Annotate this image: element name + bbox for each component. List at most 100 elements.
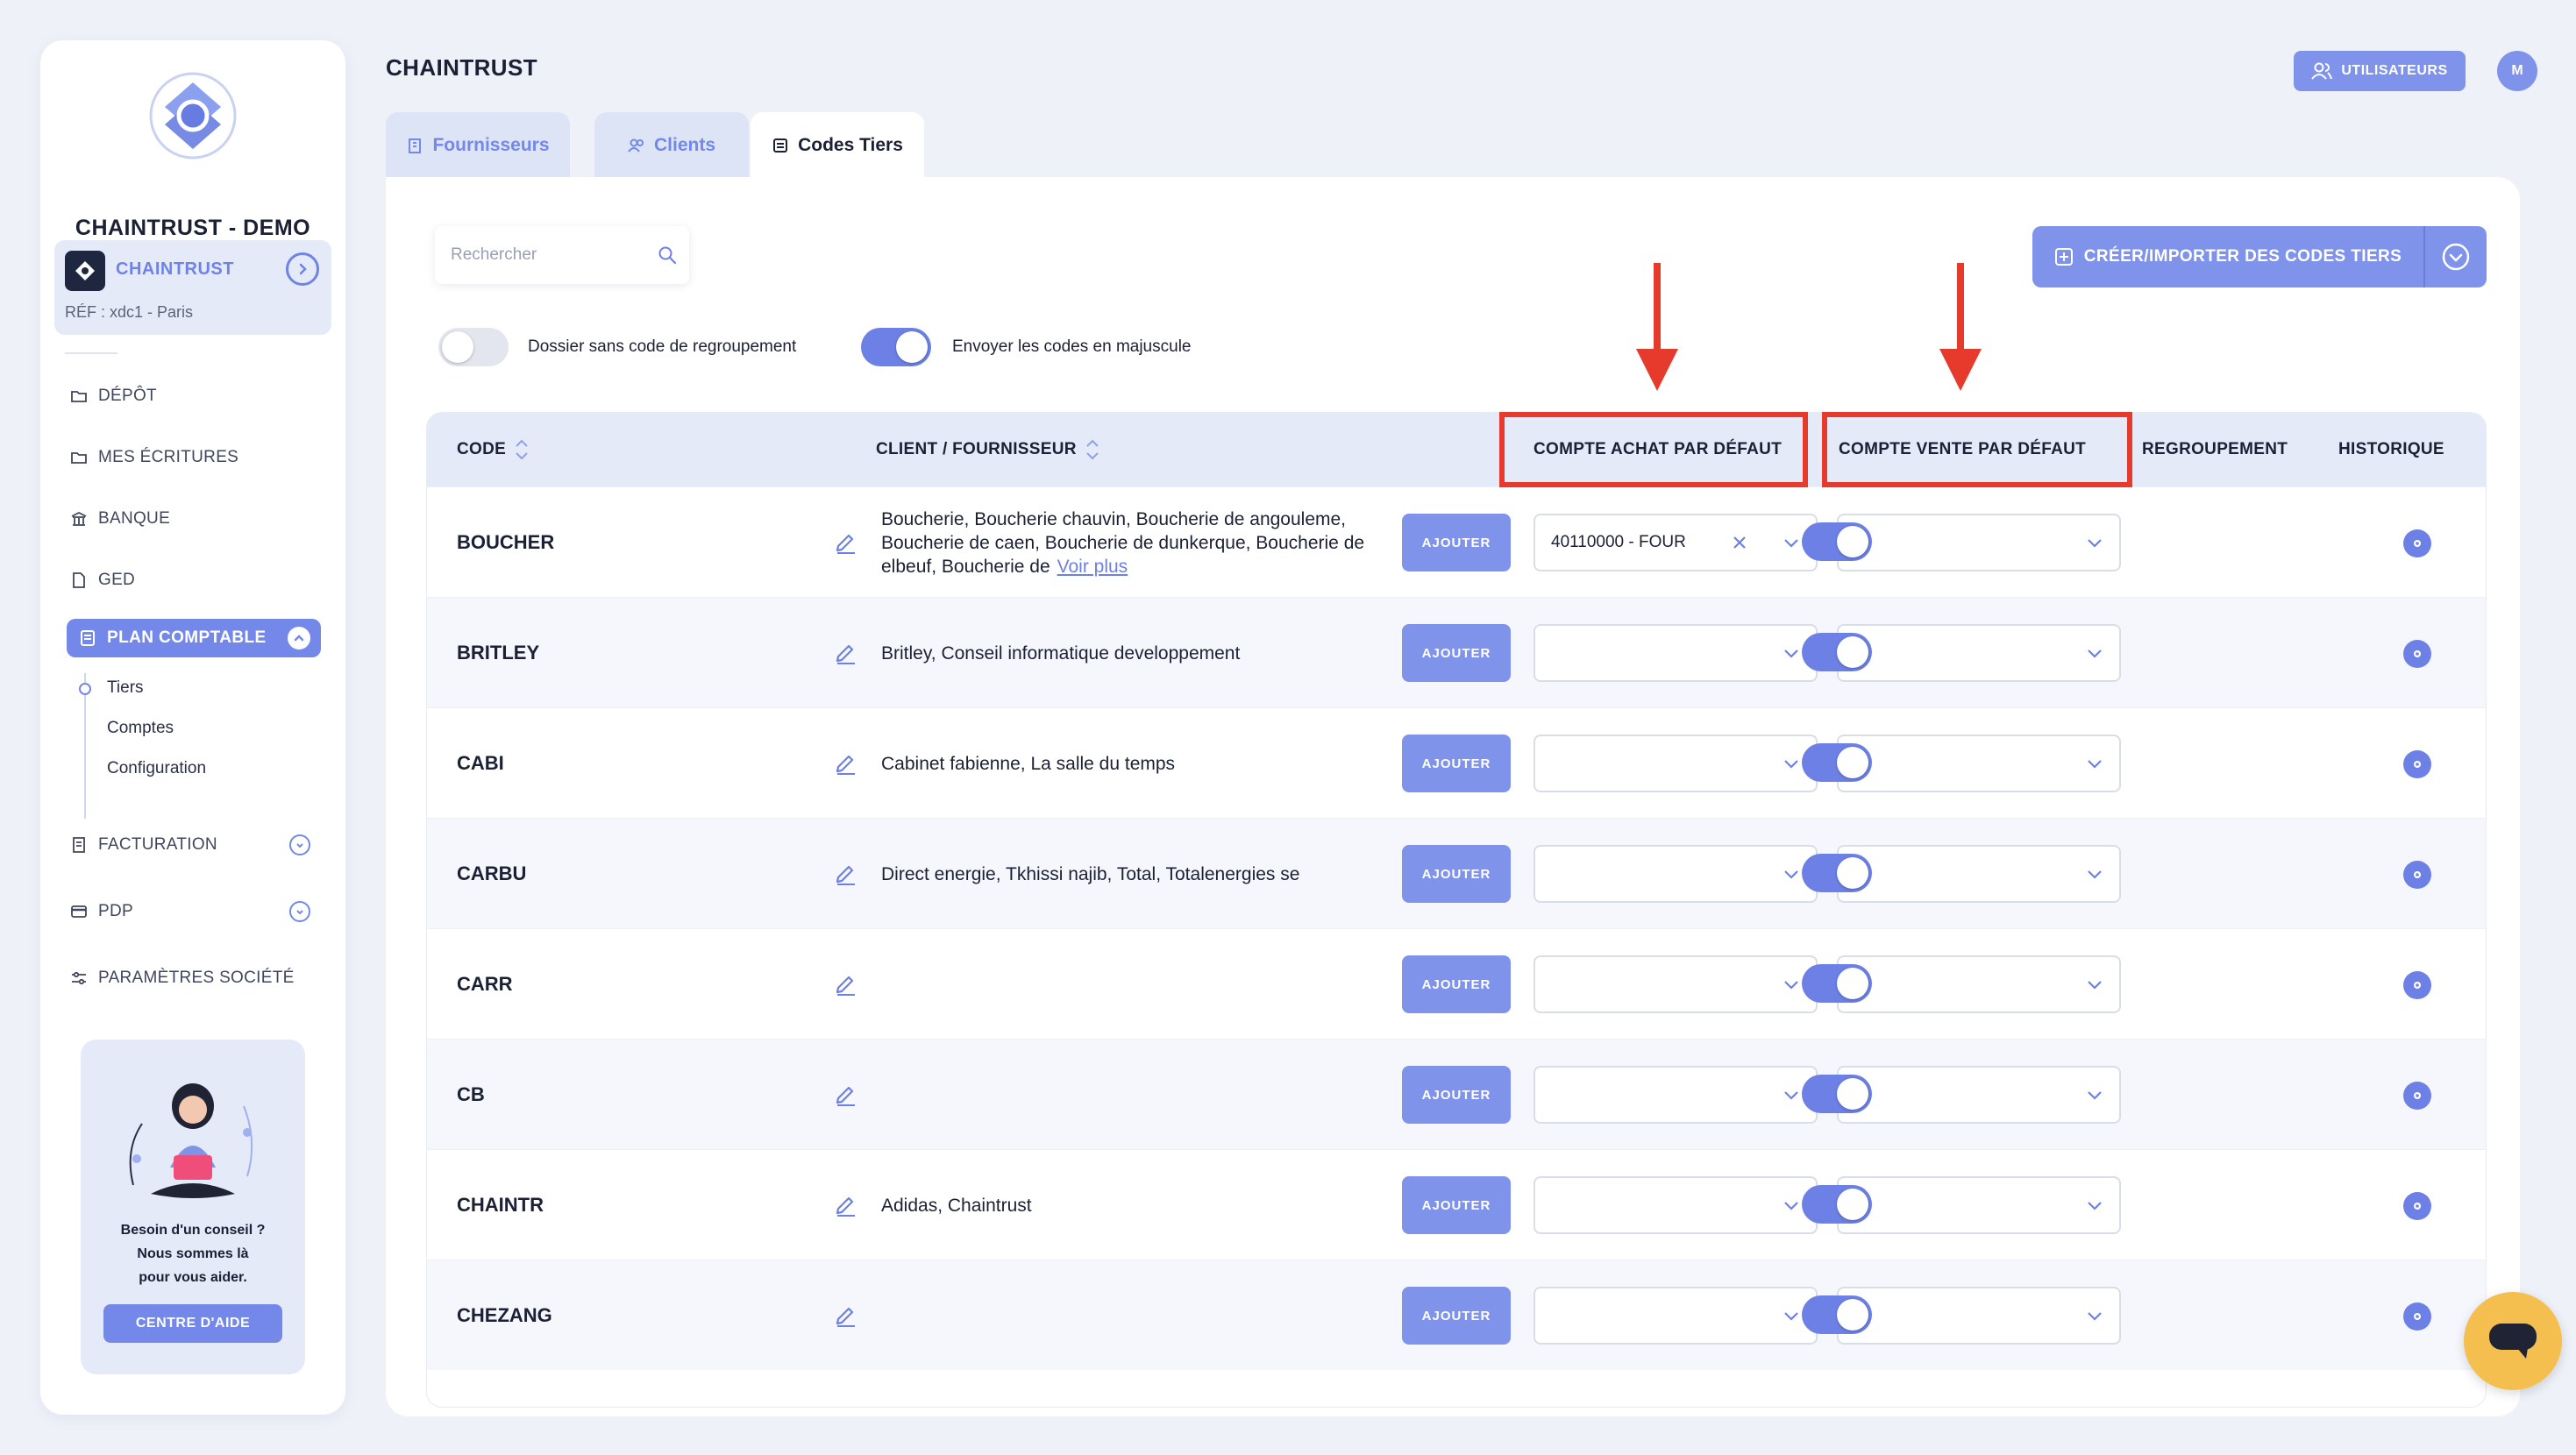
nav-banque[interactable]: BANQUE [70, 501, 170, 536]
edit-icon[interactable] [830, 526, 862, 557]
add-button[interactable]: AJOUTER [1402, 514, 1511, 571]
edit-icon[interactable] [830, 747, 862, 778]
chevron-down-icon[interactable] [2086, 1089, 2103, 1101]
search-icon[interactable] [658, 245, 677, 265]
compte-achat-select[interactable] [1534, 1066, 1818, 1124]
chevron-down-icon[interactable] [289, 901, 310, 922]
regroupement-toggle[interactable] [1802, 522, 1872, 561]
uppercase-toggle[interactable] [861, 328, 931, 366]
avatar[interactable]: M [2497, 51, 2537, 91]
column-header-client[interactable]: CLIENT / FOURNISSEUR [876, 413, 1099, 486]
compte-vente-select[interactable] [1837, 1066, 2121, 1124]
eye-icon[interactable] [2403, 1192, 2431, 1220]
users-button[interactable]: UTILISATEURS [2294, 51, 2466, 91]
regroupement-toggle[interactable] [1802, 743, 1872, 782]
chevron-down-icon[interactable] [1783, 757, 1800, 770]
compte-achat-select[interactable] [1534, 624, 1818, 682]
edit-icon[interactable] [830, 1189, 862, 1220]
compte-vente-select[interactable] [1837, 845, 2121, 903]
compte-vente-select[interactable] [1837, 624, 2121, 682]
search-box[interactable] [435, 226, 689, 284]
nav-ged[interactable]: GED [70, 563, 135, 598]
compte-vente-select[interactable] [1837, 514, 2121, 571]
add-button[interactable]: AJOUTER [1402, 1287, 1511, 1345]
help-center-button[interactable]: CENTRE D'AIDE [103, 1304, 282, 1343]
no-grouping-toggle[interactable] [438, 328, 509, 366]
chevron-down-icon[interactable] [2086, 757, 2103, 770]
organization-card[interactable]: CHAINTRUST RÉF : xdc1 - Paris [54, 240, 331, 335]
nav-facturation[interactable]: FACTURATION [70, 827, 217, 862]
edit-icon[interactable] [830, 1299, 862, 1331]
add-button[interactable]: AJOUTER [1402, 735, 1511, 792]
eye-icon[interactable] [2403, 750, 2431, 778]
chevron-down-icon[interactable] [2086, 647, 2103, 659]
chevron-down-icon[interactable] [2086, 536, 2103, 549]
nav-parametres-societe[interactable]: PARAMÈTRES SOCIÉTÉ [70, 961, 295, 996]
compte-achat-select[interactable] [1534, 735, 1818, 792]
eye-icon[interactable] [2403, 529, 2431, 557]
column-header-code[interactable]: CODE [457, 413, 529, 486]
add-button[interactable]: AJOUTER [1402, 1176, 1511, 1234]
edit-icon[interactable] [830, 857, 862, 889]
compte-achat-select[interactable] [1534, 955, 1818, 1013]
compte-achat-select[interactable]: 40110000 - FOUR [1534, 514, 1818, 571]
chevron-down-icon[interactable] [2086, 978, 2103, 990]
eye-icon[interactable] [2403, 1082, 2431, 1110]
sort-icon[interactable] [515, 439, 529, 460]
eye-icon[interactable] [2403, 861, 2431, 889]
regroupement-toggle[interactable] [1802, 854, 1872, 892]
nav-mes-ecritures[interactable]: MES ÉCRITURES [70, 440, 238, 475]
add-button[interactable]: AJOUTER [1402, 955, 1511, 1013]
chevron-down-icon[interactable] [1783, 536, 1800, 549]
add-button[interactable]: AJOUTER [1402, 1066, 1511, 1124]
chevron-down-icon[interactable] [2425, 226, 2487, 287]
tab-fournisseurs[interactable]: Fournisseurs [386, 112, 570, 179]
eye-icon[interactable] [2403, 971, 2431, 999]
chevron-down-icon[interactable] [289, 834, 310, 855]
add-button[interactable]: AJOUTER [1402, 845, 1511, 903]
chevron-down-icon[interactable] [1783, 978, 1800, 990]
compte-achat-select[interactable] [1534, 1176, 1818, 1234]
chevron-right-icon[interactable] [286, 252, 319, 286]
chevron-down-icon[interactable] [1783, 1199, 1800, 1211]
add-button[interactable]: AJOUTER [1402, 624, 1511, 682]
regroupement-toggle[interactable] [1802, 1075, 1872, 1113]
voir-plus-link[interactable]: Voir plus [1057, 557, 1128, 577]
clear-icon[interactable] [1730, 533, 1749, 552]
regroupement-toggle[interactable] [1802, 964, 1872, 1003]
compte-vente-select[interactable] [1837, 955, 2121, 1013]
search-input[interactable] [451, 242, 652, 268]
compte-achat-select[interactable] [1534, 845, 1818, 903]
chevron-up-icon[interactable] [288, 627, 310, 649]
sort-icon[interactable] [1085, 439, 1099, 460]
tab-clients[interactable]: Clients [594, 112, 749, 179]
edit-icon[interactable] [830, 1078, 862, 1110]
compte-vente-select[interactable] [1837, 1287, 2121, 1345]
chat-button[interactable] [2464, 1292, 2562, 1390]
chevron-down-icon[interactable] [2086, 1199, 2103, 1211]
compte-vente-select[interactable] [1837, 735, 2121, 792]
tab-codes-tiers[interactable]: Codes Tiers [751, 112, 924, 179]
eye-icon[interactable] [2403, 1302, 2431, 1331]
create-import-codes-button[interactable]: CRÉER/IMPORTER DES CODES TIERS [2032, 226, 2487, 287]
compte-vente-select[interactable] [1837, 1176, 2121, 1234]
chevron-down-icon[interactable] [1783, 647, 1800, 659]
compte-achat-select[interactable] [1534, 1287, 1818, 1345]
subnav-comptes[interactable]: Comptes [107, 719, 174, 738]
edit-icon[interactable] [830, 968, 862, 999]
nav-depot[interactable]: DÉPÔT [70, 379, 157, 414]
subnav-tiers[interactable]: Tiers [107, 678, 144, 698]
subnav-configuration[interactable]: Configuration [107, 759, 206, 778]
chevron-down-icon[interactable] [1783, 868, 1800, 880]
chevron-down-icon[interactable] [1783, 1089, 1800, 1101]
chevron-down-icon[interactable] [1783, 1310, 1800, 1322]
eye-icon[interactable] [2403, 640, 2431, 668]
chevron-down-icon[interactable] [2086, 868, 2103, 880]
regroupement-toggle[interactable] [1802, 1295, 1872, 1334]
nav-pdp[interactable]: PDP [70, 894, 133, 929]
create-import-main[interactable]: CRÉER/IMPORTER DES CODES TIERS [2032, 226, 2423, 287]
nav-plan-comptable[interactable]: PLAN COMPTABLE [67, 619, 321, 657]
chevron-down-icon[interactable] [2086, 1310, 2103, 1322]
regroupement-toggle[interactable] [1802, 1185, 1872, 1224]
regroupement-toggle[interactable] [1802, 633, 1872, 671]
